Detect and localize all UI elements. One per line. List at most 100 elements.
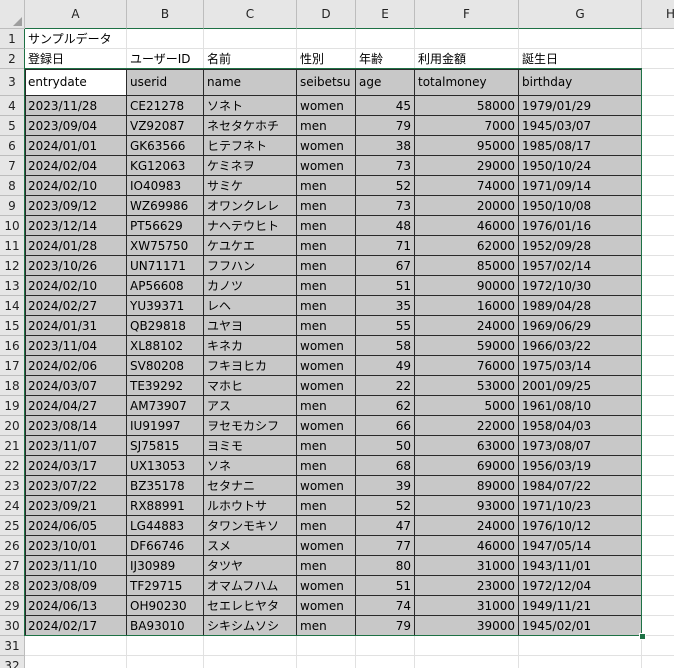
data-cell[interactable]: 93000 [415, 496, 519, 516]
row-header[interactable]: 16 [0, 336, 25, 356]
data-cell[interactable]: 71 [356, 236, 415, 256]
en-header-cell[interactable]: seibetsu [297, 69, 356, 96]
data-cell[interactable]: women [297, 376, 356, 396]
jp-header-cell[interactable]: 登録日 [25, 49, 127, 69]
data-cell[interactable]: women [297, 356, 356, 376]
data-cell[interactable]: 79 [356, 616, 415, 636]
row-header[interactable]: 23 [0, 476, 25, 496]
data-cell[interactable]: 1957/02/14 [519, 256, 642, 276]
data-cell[interactable]: 29000 [415, 156, 519, 176]
cell[interactable] [127, 29, 204, 49]
data-cell[interactable]: ヲセモカシフ [204, 416, 297, 436]
cell[interactable] [642, 336, 674, 356]
data-cell[interactable]: 23000 [415, 576, 519, 596]
data-cell[interactable]: 35 [356, 296, 415, 316]
data-cell[interactable]: men [297, 436, 356, 456]
data-cell[interactable]: マホヒ [204, 376, 297, 396]
data-cell[interactable]: 51 [356, 276, 415, 296]
cell[interactable] [297, 29, 356, 49]
data-cell[interactable]: 2024/02/06 [25, 356, 127, 376]
data-cell[interactable]: 2024/01/31 [25, 316, 127, 336]
cell[interactable] [642, 476, 674, 496]
cell[interactable] [356, 29, 415, 49]
data-cell[interactable]: XW75750 [127, 236, 204, 256]
data-cell[interactable]: men [297, 276, 356, 296]
data-cell[interactable]: 22000 [415, 416, 519, 436]
en-header-cell[interactable]: entrydate [25, 69, 127, 96]
data-cell[interactable]: オワンクレレ [204, 196, 297, 216]
cell[interactable] [204, 636, 297, 656]
data-cell[interactable]: サミケ [204, 176, 297, 196]
data-cell[interactable]: 67 [356, 256, 415, 276]
cell[interactable] [642, 256, 674, 276]
data-cell[interactable]: men [297, 516, 356, 536]
cell[interactable] [642, 96, 674, 116]
data-cell[interactable]: 2023/10/01 [25, 536, 127, 556]
row-header[interactable]: 30 [0, 616, 25, 636]
data-cell[interactable]: men [297, 256, 356, 276]
cell[interactable] [204, 29, 297, 49]
data-cell[interactable]: 2024/06/13 [25, 596, 127, 616]
data-cell[interactable]: women [297, 536, 356, 556]
cell[interactable] [642, 396, 674, 416]
data-cell[interactable]: 1961/08/10 [519, 396, 642, 416]
data-cell[interactable]: AP56608 [127, 276, 204, 296]
data-cell[interactable]: XL88102 [127, 336, 204, 356]
data-cell[interactable]: men [297, 396, 356, 416]
column-header[interactable]: D [297, 0, 356, 29]
cell[interactable] [519, 29, 642, 49]
jp-header-cell[interactable]: 性別 [297, 49, 356, 69]
data-cell[interactable]: IJ30989 [127, 556, 204, 576]
data-cell[interactable]: アス [204, 396, 297, 416]
row-header[interactable]: 6 [0, 136, 25, 156]
row-header[interactable]: 11 [0, 236, 25, 256]
data-cell[interactable]: 1973/08/07 [519, 436, 642, 456]
cell[interactable] [356, 636, 415, 656]
row-header[interactable]: 9 [0, 196, 25, 216]
title-cell[interactable]: サンプルデータ [25, 29, 127, 49]
data-cell[interactable]: PT56629 [127, 216, 204, 236]
row-header[interactable]: 8 [0, 176, 25, 196]
en-header-cell[interactable]: birthday [519, 69, 642, 96]
data-cell[interactable]: 39 [356, 476, 415, 496]
jp-header-cell[interactable]: 誕生日 [519, 49, 642, 69]
data-cell[interactable]: 62000 [415, 236, 519, 256]
data-cell[interactable]: ナヘテウヒト [204, 216, 297, 236]
data-cell[interactable]: men [297, 316, 356, 336]
cell[interactable] [642, 69, 674, 96]
data-cell[interactable]: 2024/02/10 [25, 176, 127, 196]
data-cell[interactable]: 7000 [415, 116, 519, 136]
data-cell[interactable]: 48 [356, 216, 415, 236]
data-cell[interactable]: DF66746 [127, 536, 204, 556]
data-cell[interactable]: VZ92087 [127, 116, 204, 136]
data-cell[interactable]: フキヨヒカ [204, 356, 297, 376]
row-header[interactable]: 12 [0, 256, 25, 276]
data-cell[interactable]: 2024/02/27 [25, 296, 127, 316]
data-cell[interactable]: シキシムソシ [204, 616, 297, 636]
column-header[interactable]: H [642, 0, 674, 29]
data-cell[interactable]: 1947/05/14 [519, 536, 642, 556]
data-cell[interactable]: 24000 [415, 316, 519, 336]
data-cell[interactable]: men [297, 616, 356, 636]
data-cell[interactable]: タツヤ [204, 556, 297, 576]
data-cell[interactable]: 2001/09/25 [519, 376, 642, 396]
cell[interactable] [127, 636, 204, 656]
data-cell[interactable]: 1975/03/14 [519, 356, 642, 376]
cell[interactable] [415, 29, 519, 49]
data-cell[interactable]: women [297, 416, 356, 436]
data-cell[interactable]: 2023/09/12 [25, 196, 127, 216]
data-cell[interactable]: 2024/03/07 [25, 376, 127, 396]
data-cell[interactable]: men [297, 496, 356, 516]
cell[interactable] [642, 29, 674, 49]
data-cell[interactable]: 63000 [415, 436, 519, 456]
data-cell[interactable]: 2024/02/10 [25, 276, 127, 296]
data-cell[interactable]: 2024/04/27 [25, 396, 127, 416]
cell[interactable] [642, 496, 674, 516]
data-cell[interactable]: 16000 [415, 296, 519, 316]
data-cell[interactable]: 80 [356, 556, 415, 576]
data-cell[interactable]: 2024/03/17 [25, 456, 127, 476]
data-cell[interactable]: ケユケエ [204, 236, 297, 256]
row-header[interactable]: 25 [0, 516, 25, 536]
data-cell[interactable]: SJ75815 [127, 436, 204, 456]
data-cell[interactable]: 52 [356, 176, 415, 196]
